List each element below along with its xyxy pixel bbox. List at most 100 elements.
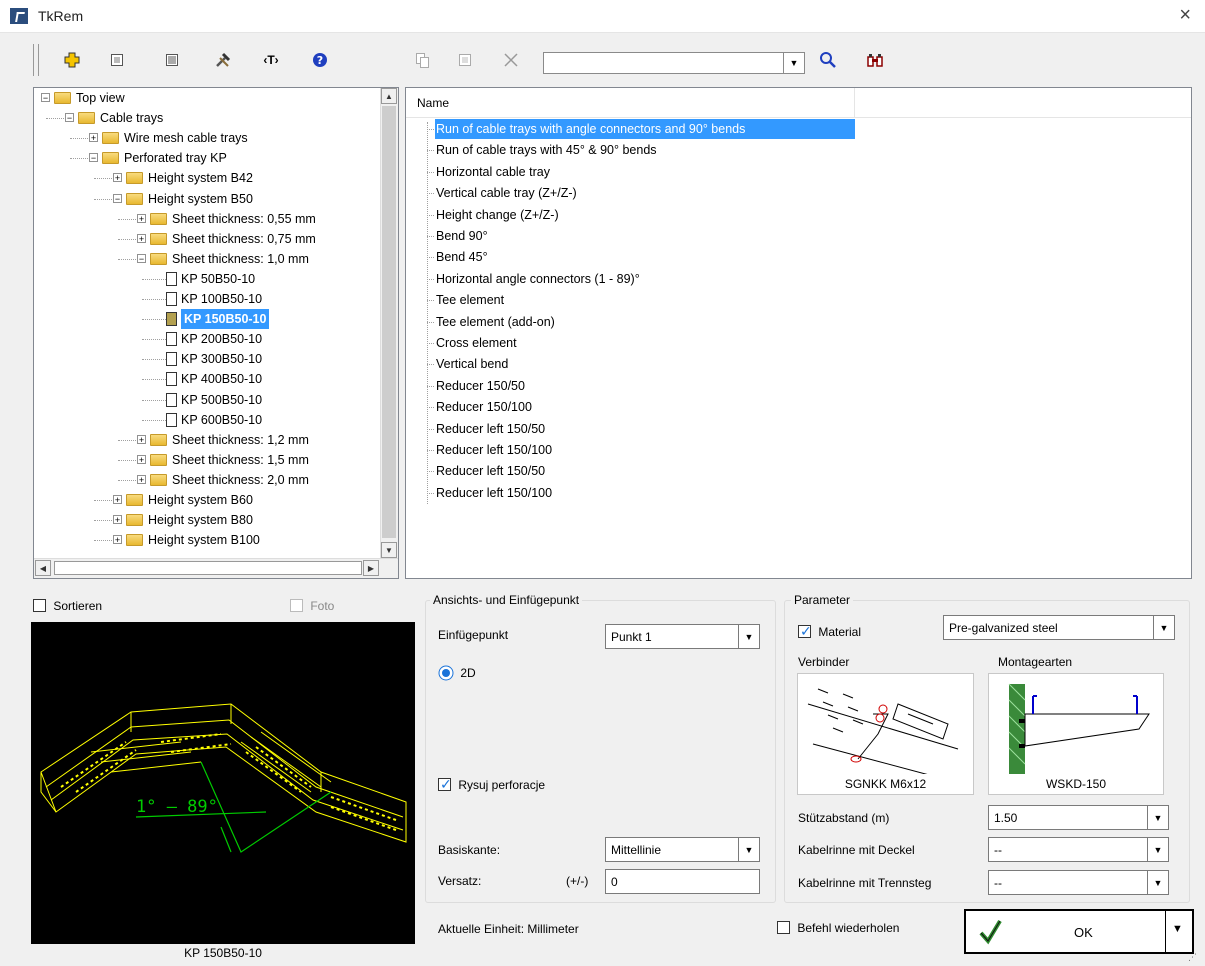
expand-icon[interactable]: + bbox=[113, 495, 122, 505]
mounting-image[interactable]: WSKD-150 bbox=[988, 673, 1164, 795]
offset-input[interactable]: 0 bbox=[605, 869, 760, 894]
tree-item-product[interactable]: KP 50B50-10 bbox=[34, 269, 379, 289]
tree-item-product[interactable]: KP 150B50-10 bbox=[34, 309, 379, 330]
list-item[interactable]: Vertical cable tray (Z+/Z-) bbox=[435, 183, 578, 203]
ok-dropdown-arrow-icon[interactable]: ▼ bbox=[1172, 923, 1183, 935]
resize-grip-icon[interactable]: ⋰ bbox=[1188, 952, 1197, 963]
chevron-down-icon[interactable]: ▼ bbox=[783, 53, 804, 73]
expand-icon[interactable]: + bbox=[137, 454, 146, 464]
tree-item-folder[interactable]: + Sheet thickness: 0,55 mm bbox=[34, 209, 379, 229]
list-item[interactable]: Height change (Z+/Z-) bbox=[435, 205, 560, 225]
list-item[interactable]: Run of cable trays with angle connectors… bbox=[435, 119, 855, 139]
tree-item-folder[interactable]: + Sheet thickness: 1,5 mm bbox=[34, 450, 379, 470]
with-cover-dropdown[interactable]: -- ▼ bbox=[988, 837, 1169, 862]
tree-item-folder[interactable]: − Sheet thickness: 1,0 mm bbox=[34, 249, 379, 269]
tree-hscroll-thumb[interactable] bbox=[54, 561, 362, 575]
base-edge-dropdown[interactable]: Mittellinie ▼ bbox=[605, 837, 760, 862]
delete-button[interactable] bbox=[498, 48, 524, 72]
tree-item-folder[interactable]: + Height system B80 bbox=[34, 510, 379, 530]
list-item[interactable]: Cross element bbox=[435, 333, 518, 353]
scroll-down-arrow-icon[interactable]: ▼ bbox=[381, 542, 397, 558]
draw-perforation-checkbox[interactable] bbox=[438, 776, 452, 793]
sort-checkbox-row[interactable]: Sortieren bbox=[33, 598, 102, 613]
list-item[interactable]: Reducer left 150/50 bbox=[435, 461, 546, 481]
tree-item-folder[interactable]: − Cable trays bbox=[34, 108, 379, 128]
expand-icon[interactable]: + bbox=[137, 434, 146, 444]
chevron-down-icon[interactable]: ▼ bbox=[738, 625, 759, 648]
ok-button[interactable]: OK ▼ bbox=[964, 909, 1194, 954]
tree-scroll-thumb[interactable] bbox=[382, 106, 396, 538]
category-tree[interactable]: − Top view − Cable trays + Wire mesh cable tr… bbox=[33, 87, 399, 579]
radio-2d[interactable] bbox=[438, 665, 454, 681]
close-button[interactable]: × bbox=[1179, 4, 1191, 27]
column-separator[interactable] bbox=[854, 88, 855, 117]
toolbar-grip[interactable] bbox=[33, 44, 39, 76]
photo-checkbox-row[interactable]: Foto bbox=[290, 598, 334, 613]
list-item[interactable]: Run of cable trays with 45° & 90° bends bbox=[435, 140, 658, 160]
expand-icon[interactable]: + bbox=[113, 173, 122, 183]
text-tag-button[interactable]: ‹T› bbox=[258, 48, 284, 72]
collapse-icon[interactable]: − bbox=[89, 153, 98, 163]
tree-item-product[interactable]: KP 200B50-10 bbox=[34, 329, 379, 349]
tools-button[interactable] bbox=[210, 48, 236, 72]
sort-checkbox[interactable] bbox=[33, 599, 46, 613]
material-row[interactable]: Material bbox=[798, 623, 861, 640]
list-item[interactable]: Bend 90° bbox=[435, 226, 489, 246]
help-button[interactable]: ? bbox=[307, 48, 333, 72]
chevron-down-icon[interactable]: ▼ bbox=[1147, 871, 1168, 894]
tree-horizontal-scrollbar[interactable]: ◀ ▶ bbox=[34, 558, 398, 578]
edit-button[interactable] bbox=[452, 48, 478, 72]
insert-point-dropdown[interactable]: Punkt 1 ▼ bbox=[605, 624, 760, 649]
search-combo[interactable]: ▼ bbox=[543, 52, 805, 74]
list-item[interactable]: Reducer 150/100 bbox=[435, 397, 533, 417]
tree-item-folder[interactable]: + Sheet thickness: 0,75 mm bbox=[34, 229, 379, 249]
tree-item-product[interactable]: KP 100B50-10 bbox=[34, 289, 379, 309]
radio-2d-row[interactable]: 2D bbox=[438, 665, 476, 681]
element-list[interactable]: Name Run of cable trays with angle conne… bbox=[405, 87, 1192, 579]
tree-item-folder[interactable]: − Perforated tray KP bbox=[34, 148, 379, 168]
tree-item-product[interactable]: KP 600B50-10 bbox=[34, 410, 379, 430]
list-item[interactable]: Reducer 150/50 bbox=[435, 376, 526, 396]
copy-button[interactable] bbox=[409, 48, 435, 72]
list-item[interactable]: Vertical bend bbox=[435, 354, 509, 374]
properties-button[interactable] bbox=[104, 48, 130, 72]
tree-item-folder[interactable]: + Sheet thickness: 2,0 mm bbox=[34, 470, 379, 490]
collapse-icon[interactable]: − bbox=[113, 193, 122, 203]
chevron-down-icon[interactable]: ▼ bbox=[1147, 838, 1168, 861]
expand-icon[interactable]: + bbox=[89, 133, 98, 143]
repeat-command-row[interactable]: Befehl wiederholen bbox=[777, 920, 899, 935]
tree-item-folder[interactable]: − Top view bbox=[34, 88, 379, 108]
tree-item-folder[interactable]: − Height system B50 bbox=[34, 189, 379, 209]
tree-item-product[interactable]: KP 500B50-10 bbox=[34, 390, 379, 410]
draw-perforation-row[interactable]: Rysuj perforacje bbox=[438, 776, 545, 793]
list-item[interactable]: Horizontal cable tray bbox=[435, 162, 551, 182]
list-item[interactable]: Bend 45° bbox=[435, 247, 489, 267]
with-divider-dropdown[interactable]: -- ▼ bbox=[988, 870, 1169, 895]
list-item[interactable]: Tee element bbox=[435, 290, 505, 310]
scroll-right-arrow-icon[interactable]: ▶ bbox=[363, 560, 379, 576]
material-dropdown[interactable]: Pre-galvanized steel ▼ bbox=[943, 615, 1175, 640]
tree-item-folder[interactable]: + Sheet thickness: 1,2 mm bbox=[34, 430, 379, 450]
expand-icon[interactable]: + bbox=[137, 213, 146, 223]
chevron-down-icon[interactable]: ▼ bbox=[738, 838, 759, 861]
scroll-left-arrow-icon[interactable]: ◀ bbox=[35, 560, 51, 576]
offset-value[interactable]: 0 bbox=[611, 875, 618, 889]
tree-item-product[interactable]: KP 300B50-10 bbox=[34, 349, 379, 369]
chevron-down-icon[interactable]: ▼ bbox=[1147, 806, 1168, 829]
list-item[interactable]: Reducer left 150/100 bbox=[435, 440, 553, 460]
find-button[interactable] bbox=[862, 48, 888, 72]
tree-item-folder[interactable]: + Height system B100 bbox=[34, 530, 379, 550]
expand-icon[interactable]: + bbox=[113, 535, 122, 545]
search-button[interactable] bbox=[815, 48, 841, 72]
add-button[interactable] bbox=[59, 48, 85, 72]
repeat-command-checkbox[interactable] bbox=[777, 921, 790, 935]
list-item[interactable]: Reducer left 150/100 bbox=[435, 483, 553, 503]
tree-item-folder[interactable]: + Height system B42 bbox=[34, 168, 379, 188]
list-item[interactable]: Horizontal angle connectors (1 - 89)° bbox=[435, 269, 641, 289]
collapse-icon[interactable]: − bbox=[65, 113, 74, 123]
tree-item-folder[interactable]: + Height system B60 bbox=[34, 490, 379, 510]
material-checkbox[interactable] bbox=[798, 623, 812, 640]
tree-item-product[interactable]: KP 400B50-10 bbox=[34, 369, 379, 389]
expand-icon[interactable]: + bbox=[113, 515, 122, 525]
collapse-icon[interactable]: − bbox=[137, 253, 146, 263]
